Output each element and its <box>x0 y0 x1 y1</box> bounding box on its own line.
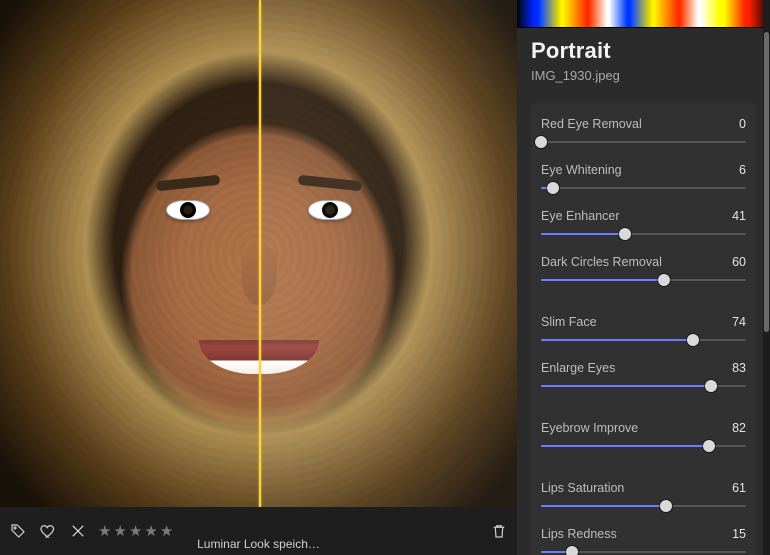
slider-track[interactable] <box>541 333 746 347</box>
slider-rail <box>541 141 746 143</box>
slider-label: Red Eye Removal <box>541 117 642 131</box>
slider-value: 15 <box>732 527 746 541</box>
slider-label: Dark Circles Removal <box>541 255 662 269</box>
preview-bottom-bar: ★ ★ ★ ★ ★ Luminar Look speich… <box>0 507 517 555</box>
slider-value: 83 <box>732 361 746 375</box>
slider-label: Eye Enhancer <box>541 209 620 223</box>
slider-value: 41 <box>732 209 746 223</box>
slider-row: Eye Whitening 6 <box>541 157 746 203</box>
slider-row: Dark Circles Removal 60 <box>541 249 746 295</box>
slider-track[interactable] <box>541 379 746 393</box>
panel-title: Portrait <box>531 38 756 64</box>
after-overlay <box>260 0 517 507</box>
slider-track[interactable] <box>541 273 746 287</box>
slider-value: 0 <box>739 117 746 131</box>
slider-label: Slim Face <box>541 315 597 329</box>
slider-fill <box>541 339 693 341</box>
slider-knob[interactable] <box>566 546 578 555</box>
slider-value: 6 <box>739 163 746 177</box>
slider-value: 61 <box>732 481 746 495</box>
eye-left <box>166 200 210 220</box>
star-rating[interactable]: ★ ★ ★ ★ ★ <box>98 524 173 539</box>
star-3[interactable]: ★ <box>129 524 142 539</box>
slider-label: Enlarge Eyes <box>541 361 615 375</box>
slider-fill <box>541 279 664 281</box>
slider-value: 74 <box>732 315 746 329</box>
reject-x-button[interactable] <box>68 521 88 541</box>
slider-list: Red Eye Removal 0 Eye Whitening 6 Eye Enhanc… <box>523 99 764 555</box>
slider-knob[interactable] <box>660 500 672 512</box>
trash-icon[interactable] <box>489 521 509 541</box>
slider-row: Red Eye Removal 0 <box>541 111 746 157</box>
slider-knob[interactable] <box>619 228 631 240</box>
panel-scrollbar[interactable] <box>763 0 770 555</box>
slider-track[interactable] <box>541 499 746 513</box>
slider-list-inner: Red Eye Removal 0 Eye Whitening 6 Eye Enhanc… <box>531 103 756 555</box>
slider-value: 82 <box>732 421 746 435</box>
slider-knob[interactable] <box>658 274 670 286</box>
star-4[interactable]: ★ <box>144 524 157 539</box>
slider-track[interactable] <box>541 181 746 195</box>
slider-row: Enlarge Eyes 83 <box>541 355 746 401</box>
panel-header: Portrait IMG_1930.jpeg <box>517 28 770 89</box>
slider-track[interactable] <box>541 227 746 241</box>
slider-row: Lips Saturation 61 <box>541 475 746 521</box>
image-compare-viewport[interactable] <box>0 0 517 507</box>
slider-row: Eyebrow Improve 82 <box>541 415 746 461</box>
slider-group-gap <box>541 401 746 415</box>
slider-label: Lips Saturation <box>541 481 624 495</box>
app-root: ★ ★ ★ ★ ★ Luminar Look speich… Portrait … <box>0 0 770 555</box>
star-1[interactable]: ★ <box>98 524 111 539</box>
heart-icon[interactable] <box>38 521 58 541</box>
slider-track[interactable] <box>541 439 746 453</box>
slider-row: Lips Redness 15 <box>541 521 746 555</box>
slider-knob[interactable] <box>687 334 699 346</box>
slider-knob[interactable] <box>535 136 547 148</box>
histogram[interactable] <box>517 0 770 28</box>
tag-icon[interactable] <box>8 521 28 541</box>
slider-knob[interactable] <box>547 182 559 194</box>
slider-label: Lips Redness <box>541 527 617 541</box>
preview-pane: ★ ★ ★ ★ ★ Luminar Look speich… <box>0 0 517 555</box>
slider-fill <box>541 385 711 387</box>
scrollbar-thumb[interactable] <box>764 32 769 332</box>
slider-track[interactable] <box>541 545 746 555</box>
slider-knob[interactable] <box>703 440 715 452</box>
adjustments-panel: Portrait IMG_1930.jpeg Red Eye Removal 0 E… <box>517 0 770 555</box>
star-2[interactable]: ★ <box>113 524 126 539</box>
slider-label: Eye Whitening <box>541 163 622 177</box>
save-look-label: Luminar Look speich… <box>197 537 320 551</box>
slider-fill <box>541 445 709 447</box>
slider-fill <box>541 505 666 507</box>
star-5[interactable]: ★ <box>160 524 173 539</box>
filename-label: IMG_1930.jpeg <box>531 68 756 83</box>
slider-knob[interactable] <box>705 380 717 392</box>
slider-rail <box>541 187 746 189</box>
slider-fill <box>541 233 625 235</box>
save-look-button[interactable]: Luminar Look speich… <box>197 537 320 551</box>
compare-split-handle[interactable] <box>259 0 261 507</box>
slider-row: Eye Enhancer 41 <box>541 203 746 249</box>
slider-value: 60 <box>732 255 746 269</box>
slider-label: Eyebrow Improve <box>541 421 638 435</box>
slider-track[interactable] <box>541 135 746 149</box>
slider-row: Slim Face 74 <box>541 309 746 355</box>
slider-group-gap <box>541 461 746 475</box>
slider-group-gap <box>541 295 746 309</box>
